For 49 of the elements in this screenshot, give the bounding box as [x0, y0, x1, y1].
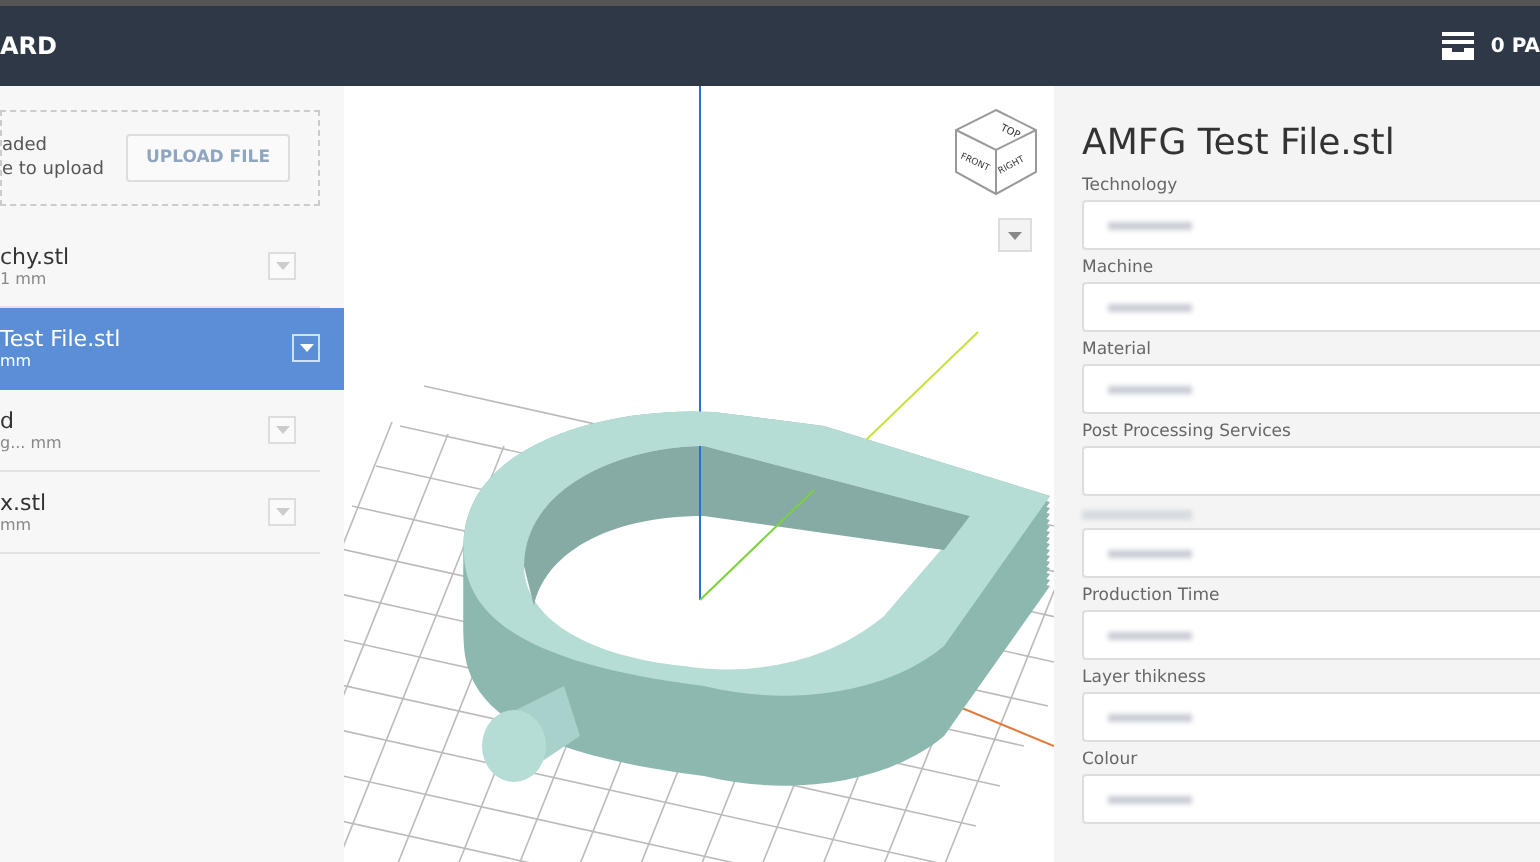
- file-menu-button[interactable]: [268, 416, 296, 444]
- upload-hint: e to upload: [2, 158, 104, 182]
- file-units: 1 mm: [0, 270, 49, 288]
- input-field[interactable]: [1082, 528, 1540, 578]
- blurred-value: [1108, 385, 1192, 393]
- input-field[interactable]: [1082, 282, 1540, 332]
- input-field[interactable]: [1082, 774, 1540, 824]
- file-units: g... mm: [0, 434, 62, 452]
- blurred-value: [1108, 303, 1192, 311]
- file-item[interactable]: d g... mm: [0, 390, 320, 472]
- file-name: chy.stl: [0, 244, 70, 270]
- field-label: Machine: [1082, 256, 1156, 282]
- input-field[interactable]: [1082, 446, 1540, 496]
- tray-icon[interactable]: [1442, 32, 1475, 60]
- caret-icon: [275, 262, 289, 270]
- field-label: Colour: [1082, 748, 1140, 774]
- parts-count[interactable]: 0 PA: [1490, 35, 1540, 57]
- upload-dropzone[interactable]: aded e to upload UPLOAD FILE: [0, 110, 320, 206]
- upload-hint: aded: [2, 134, 49, 158]
- blurred-value: [1108, 713, 1192, 721]
- file-units: mm: [0, 352, 34, 370]
- file-menu-button[interactable]: [292, 334, 320, 362]
- input-field[interactable]: [1082, 200, 1540, 250]
- blurred-value: [1108, 795, 1192, 803]
- file-units: mm: [0, 516, 34, 534]
- input-field[interactable]: [1082, 364, 1540, 414]
- app-title: ARD: [0, 32, 57, 60]
- input-field[interactable]: [1082, 692, 1540, 742]
- input-field[interactable]: [1082, 610, 1540, 660]
- caret-icon: [275, 508, 289, 516]
- blurred-value: [1108, 221, 1192, 229]
- field-label: Technology: [1082, 174, 1180, 200]
- field-label: Post Processing Services: [1082, 420, 1293, 446]
- file-menu-button[interactable]: [268, 252, 296, 280]
- blurred-value: [1108, 549, 1192, 557]
- field-label: Material: [1082, 338, 1154, 364]
- file-item[interactable]: x.stl mm: [0, 472, 320, 554]
- caret-icon: [1008, 231, 1022, 239]
- caret-icon: [299, 344, 313, 352]
- caret-icon: [275, 426, 289, 434]
- blurred-value: [1108, 631, 1192, 639]
- file-menu-button[interactable]: [268, 498, 296, 526]
- file-title: AMFG Test File.stl: [1082, 122, 1397, 164]
- file-name: Test File.stl: [0, 326, 121, 352]
- field-label: Production Time: [1082, 584, 1222, 610]
- file-name: x.stl: [0, 490, 47, 516]
- field-label: Layer thikness: [1082, 666, 1208, 692]
- view-dropdown-button[interactable]: [998, 218, 1032, 252]
- file-name: d: [0, 408, 16, 434]
